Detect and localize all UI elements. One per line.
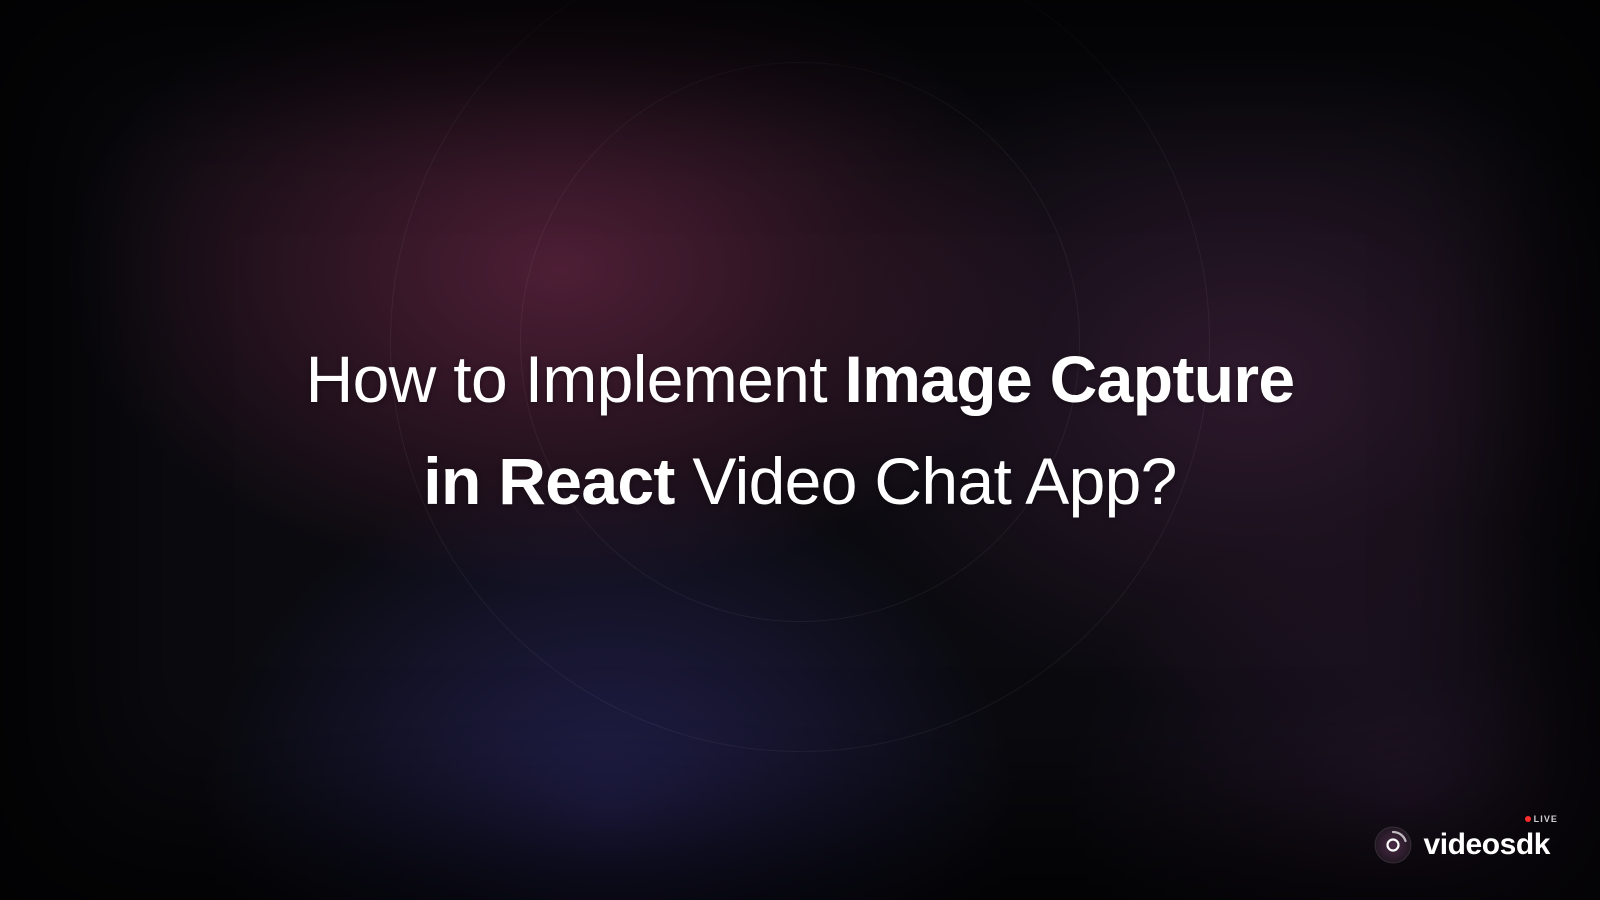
title-segment: Image Capture (845, 342, 1295, 416)
live-badge-text: LIVE (1534, 814, 1558, 824)
title-segment: How to Implement (306, 342, 845, 416)
hero-banner: How to Implement Image Capture in React … (0, 0, 1600, 900)
videosdk-logo-icon (1374, 826, 1412, 864)
brand-block: LIVE videosdk (1374, 826, 1550, 864)
title-segment: Video Chat App? (675, 444, 1177, 518)
hero-title: How to Implement Image Capture in React … (186, 328, 1415, 533)
title-segment: in React (423, 444, 674, 518)
live-dot-icon (1525, 816, 1531, 822)
live-badge: LIVE (1525, 814, 1558, 824)
brand-name: videosdk (1424, 828, 1550, 861)
